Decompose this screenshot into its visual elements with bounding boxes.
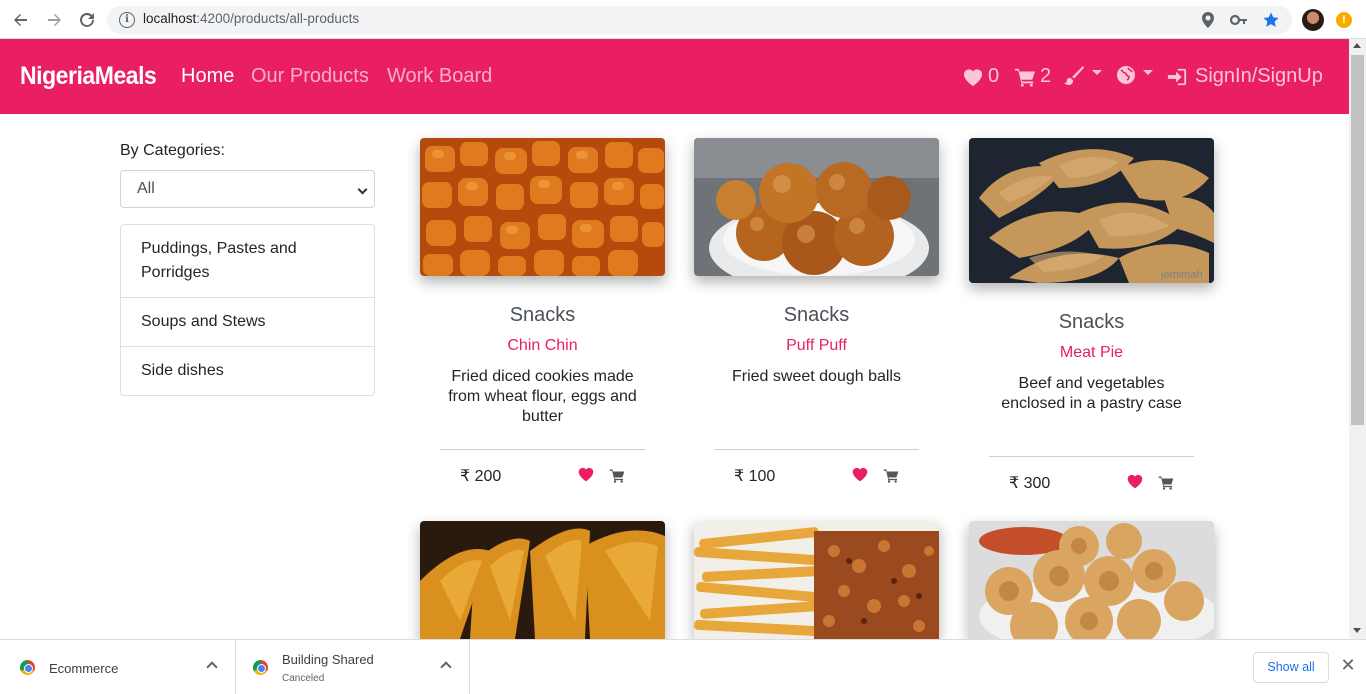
categories-label: By Categories: [120,142,225,159]
product-description: Fried sweet dough balls [732,368,901,385]
category-select-value: All [137,180,155,197]
product-card [420,521,665,639]
product-image[interactable] [420,138,665,276]
product-image[interactable] [694,138,939,276]
show-all-button[interactable]: Show all [1253,652,1329,683]
site-navbar: NigeriaMeals Home Our Products Work Boar… [0,39,1349,114]
language-dropdown[interactable] [1116,65,1153,85]
product-image[interactable] [420,521,665,639]
favorites-count: 0 [988,65,1000,87]
download-name: Ecommerce [49,661,119,676]
product-card: jemimah Snacks Meat Pie Beef and vegetab… [969,138,1214,498]
category-list: Puddings, Pastes and Porridges Soups and… [120,224,375,396]
product-category: Snacks [783,304,850,326]
scrollbar-thumb[interactable] [1351,55,1364,425]
category-select[interactable]: All [120,170,375,208]
product-image[interactable] [969,521,1214,639]
scroll-up-arrow-icon[interactable] [1353,43,1361,48]
product-card [969,521,1214,639]
category-item[interactable]: Puddings, Pastes and Porridges [121,225,374,298]
category-item[interactable]: Soups and Stews [121,298,374,347]
back-icon[interactable] [9,8,33,32]
theme-dropdown[interactable] [1063,65,1102,85]
chrome-icon [253,660,268,675]
url-path: :4200/products/all-products [196,11,360,26]
chevron-up-icon[interactable] [440,661,452,673]
product-card: Snacks Chin Chin Fried diced cookies mad… [420,138,665,498]
heart-icon[interactable] [1126,473,1144,491]
signin-link[interactable]: SignIn/SignUp [1166,65,1323,88]
chevron-up-icon[interactable] [206,661,218,673]
product-description: Fried diced cookies made from wheat flou… [448,368,637,425]
heart-icon[interactable] [851,466,869,484]
cart-count: 2 [1040,65,1052,87]
sign-in-icon [1167,68,1187,85]
profile-avatar[interactable] [1302,9,1324,31]
nav-home[interactable]: Home [181,65,234,88]
nav-our-products[interactable]: Our Products [251,65,369,88]
chevron-down-icon [357,184,368,195]
forward-icon[interactable] [42,8,66,32]
image-watermark: jemimah [1160,269,1203,281]
product-name[interactable]: Meat Pie [969,344,1214,362]
chevron-down-icon [1143,69,1153,75]
scroll-down-arrow-icon[interactable] [1353,628,1361,633]
chrome-icon [20,660,35,675]
download-status: Canceled [282,673,325,684]
close-icon[interactable]: ✕ [1340,657,1356,675]
downloads-bar: Ecommerce Building Shared Canceled Show … [0,639,1366,694]
product-image[interactable] [694,521,939,639]
favorites-link[interactable]: 0 [962,65,999,88]
product-description: Beef and vegetables enclosed in a pastry… [1001,375,1182,412]
download-item[interactable]: Building Shared Canceled [236,640,470,694]
brand-logo[interactable]: NigeriaMeals [20,62,157,91]
product-price: ₹ 200 [460,468,502,485]
reload-icon[interactable] [75,8,99,32]
product-price: ₹ 100 [734,468,776,485]
add-to-cart-icon[interactable] [609,468,625,484]
card-divider [714,449,919,450]
update-alert-icon[interactable]: ! [1336,12,1352,28]
product-price: ₹ 300 [1009,475,1051,492]
key-icon[interactable] [1230,11,1248,29]
cart-link[interactable]: 2 [1014,65,1051,88]
heart-icon [963,68,983,86]
download-item[interactable]: Ecommerce [0,640,236,694]
heart-icon[interactable] [577,466,595,484]
category-item[interactable]: Side dishes [121,347,374,395]
globe-icon [1117,66,1135,84]
location-icon[interactable] [1199,11,1217,29]
product-category: Snacks [509,304,576,326]
add-to-cart-icon[interactable] [883,468,899,484]
browser-toolbar: i localhost:4200/products/all-products ! [0,0,1366,39]
product-name[interactable]: Chin Chin [420,337,665,355]
bookmark-star-icon[interactable] [1262,11,1280,29]
info-icon[interactable]: i [119,12,135,28]
product-image[interactable]: jemimah [969,138,1214,283]
card-divider [989,456,1194,457]
signin-label: SignIn/SignUp [1195,65,1323,87]
product-card [694,521,939,639]
cart-icon [1015,68,1035,87]
product-category: Snacks [1058,311,1125,333]
add-to-cart-icon[interactable] [1158,475,1174,491]
product-name[interactable]: Puff Puff [694,337,939,355]
address-bar[interactable]: i localhost:4200/products/all-products [107,6,1292,34]
product-card: Snacks Puff Puff Fried sweet dough balls… [694,138,939,498]
url-text[interactable]: localhost:4200/products/all-products [143,11,359,26]
nav-work-board[interactable]: Work Board [387,65,492,88]
chevron-down-icon [1092,69,1102,75]
download-name: Building Shared [282,652,374,667]
paint-brush-icon [1064,65,1084,85]
url-host: localhost [143,11,197,26]
card-divider [440,449,645,450]
